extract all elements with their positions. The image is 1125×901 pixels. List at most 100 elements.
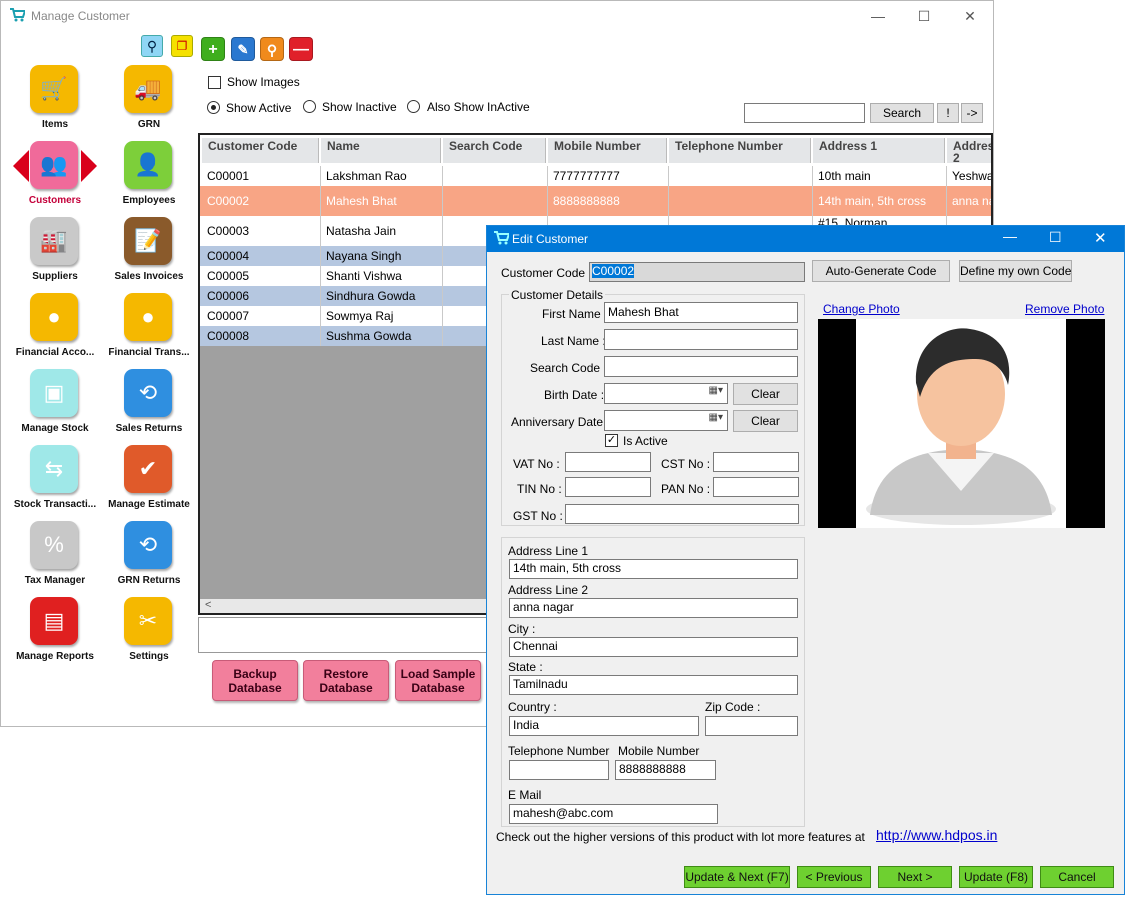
edit-customer-dialog: Edit Customer — ☐ ✕ Customer Code : C000… xyxy=(486,225,1125,895)
telephone-number-input[interactable] xyxy=(509,760,609,780)
sidebar-item-label: Tax Manager xyxy=(24,575,86,586)
pan-no-input[interactable] xyxy=(713,477,799,497)
column-header[interactable]: Name xyxy=(321,138,441,163)
minimize-button[interactable]: — xyxy=(867,5,889,27)
stock-transfer-icon: ⇆ xyxy=(30,445,78,493)
show-inactive-radio[interactable] xyxy=(303,100,316,113)
also-show-inactive-radio[interactable] xyxy=(407,100,420,113)
scroll-left-icon[interactable]: < xyxy=(205,599,211,611)
sidebar-item-label: Suppliers xyxy=(32,271,78,282)
show-images-checkbox[interactable] xyxy=(208,76,221,89)
birth-date-picker[interactable]: ▦▾ xyxy=(604,383,728,404)
go-next-button[interactable]: -> xyxy=(961,103,983,123)
remove-photo-link[interactable]: Remove Photo xyxy=(1025,302,1104,316)
last-name-label: Last Name : xyxy=(541,334,606,348)
sidebar-item-financial-trans[interactable]: ● Financial Trans... xyxy=(104,293,194,365)
clear-birth-date-button[interactable]: Clear xyxy=(733,383,798,405)
sidebar-item-grn-returns[interactable]: ⟲ GRN Returns xyxy=(104,521,194,593)
close-button[interactable]: ✕ xyxy=(959,5,981,27)
is-active-checkbox[interactable]: ✓ xyxy=(605,434,618,447)
sidebar-search-icon[interactable]: ⚲ xyxy=(141,35,163,57)
next-button[interactable]: Next > xyxy=(878,866,952,888)
sidebar-item-sales-returns[interactable]: ⟲ Sales Returns xyxy=(104,369,194,441)
sidebar-windows-icon[interactable]: ❐ xyxy=(171,35,193,57)
dialog-titlebar: Edit Customer — ☐ ✕ xyxy=(487,226,1124,252)
factory-icon: 🏭 xyxy=(30,217,78,265)
auto-generate-code-button[interactable]: Auto-Generate Code xyxy=(812,260,950,282)
table-row[interactable]: C00001 Lakshman Rao 7777777777 10th main Yes… xyxy=(200,166,991,186)
invoice-icon: 📝 xyxy=(124,217,172,265)
sidebar-item-manage-reports[interactable]: ▤ Manage Reports xyxy=(10,597,100,669)
column-header[interactable]: Mobile Number xyxy=(548,138,667,163)
find-icon[interactable]: ⚲ xyxy=(260,37,284,61)
previous-button[interactable]: < Previous xyxy=(797,866,871,888)
sidebar-item-label: Manage Stock xyxy=(21,423,89,434)
mobile-number-input[interactable]: 8888888888 xyxy=(615,760,716,780)
exclaim-button[interactable]: ! xyxy=(937,103,959,123)
change-photo-link[interactable]: Change Photo xyxy=(823,302,900,316)
tin-no-input[interactable] xyxy=(565,477,651,497)
cancel-button[interactable]: Cancel xyxy=(1040,866,1114,888)
table-cell-name: Nayana Singh xyxy=(321,246,443,266)
customer-code-input[interactable]: C00002 xyxy=(589,262,805,282)
sidebar-item-stock-transacti[interactable]: ⇆ Stock Transacti... xyxy=(10,445,100,517)
country-input[interactable]: India xyxy=(509,716,699,736)
table-cell-code: C00005 xyxy=(202,266,321,286)
sidebar-item-suppliers[interactable]: 🏭 Suppliers xyxy=(10,217,100,289)
column-header[interactable]: Telephone Number xyxy=(669,138,811,163)
hdpos-link[interactable]: http://www.hdpos.in xyxy=(876,827,997,843)
update-button[interactable]: Update (F8) xyxy=(959,866,1033,888)
dialog-minimize-button[interactable]: — xyxy=(1003,228,1017,244)
sidebar-item-financial-acco[interactable]: ● Financial Acco... xyxy=(10,293,100,365)
column-header[interactable]: Address 2 xyxy=(947,138,991,164)
sidebar-item-manage-estimate[interactable]: ✔ Manage Estimate xyxy=(104,445,194,517)
state-input[interactable]: Tamilnadu xyxy=(509,675,798,695)
last-name-input[interactable] xyxy=(604,329,798,350)
first-name-input[interactable]: Mahesh Bhat xyxy=(604,302,798,323)
edit-icon[interactable]: ✎ xyxy=(231,37,255,61)
customer-photo xyxy=(818,319,1105,528)
maximize-button[interactable]: ☐ xyxy=(913,5,935,27)
restore-database-button[interactable]: Restore Database xyxy=(303,660,389,701)
search-button[interactable]: Search xyxy=(870,103,934,123)
calendar-dropdown-icon[interactable]: ▦▾ xyxy=(709,385,723,396)
address-line-2-input[interactable]: anna nagar xyxy=(509,598,798,618)
email-input[interactable]: mahesh@abc.com xyxy=(509,804,718,824)
delete-icon[interactable]: — xyxy=(289,37,313,61)
calendar-dropdown-icon[interactable]: ▦▾ xyxy=(709,412,723,423)
city-input[interactable]: Chennai xyxy=(509,637,798,657)
search-input[interactable] xyxy=(744,103,865,123)
clear-anniversary-date-button[interactable]: Clear xyxy=(733,410,798,432)
anniversary-date-picker[interactable]: ▦▾ xyxy=(604,410,728,431)
sidebar-item-manage-stock[interactable]: ▣ Manage Stock xyxy=(10,369,100,441)
table-cell-code: C00008 xyxy=(202,326,321,346)
update-next-button[interactable]: Update & Next (F7) xyxy=(684,866,790,888)
dialog-maximize-button[interactable]: ☐ xyxy=(1049,229,1062,246)
dialog-close-button[interactable]: ✕ xyxy=(1094,229,1107,247)
sidebar-item-sales-invoices[interactable]: 📝 Sales Invoices xyxy=(104,217,194,289)
show-inactive-label: Show Inactive xyxy=(322,100,397,114)
zip-code-input[interactable] xyxy=(705,716,798,736)
sidebar-item-label: GRN xyxy=(137,119,161,130)
table-cell-code: C00006 xyxy=(202,286,321,306)
column-header[interactable]: Customer Code xyxy=(202,138,319,163)
add-icon[interactable]: + xyxy=(201,37,225,61)
show-active-radio[interactable] xyxy=(207,101,220,114)
sidebar-item-grn[interactable]: 🚚 GRN xyxy=(104,65,194,137)
sidebar-item-tax-manager[interactable]: % Tax Manager xyxy=(10,521,100,593)
sidebar-item-employees[interactable]: 👤 Employees xyxy=(104,141,194,213)
define-own-code-button[interactable]: Define my own Code xyxy=(959,260,1072,282)
load-sample-database-button[interactable]: Load Sample Database xyxy=(395,660,481,701)
gst-no-input[interactable] xyxy=(565,504,799,524)
sidebar-item-items[interactable]: 🛒 Items xyxy=(10,65,100,137)
address-line-1-input[interactable]: 14th main, 5th cross xyxy=(509,559,798,579)
backup-database-button[interactable]: Backup Database xyxy=(212,660,298,701)
table-cell-search xyxy=(443,186,548,216)
cst-no-input[interactable] xyxy=(713,452,799,472)
search-code-input[interactable] xyxy=(604,356,798,377)
column-header[interactable]: Address 1 xyxy=(813,138,945,163)
table-row[interactable]: C00002 Mahesh Bhat 8888888888 14th main, 5t… xyxy=(200,186,991,216)
sidebar-item-settings[interactable]: ✂ Settings xyxy=(104,597,194,669)
vat-no-input[interactable] xyxy=(565,452,651,472)
column-header[interactable]: Search Code xyxy=(443,138,546,163)
